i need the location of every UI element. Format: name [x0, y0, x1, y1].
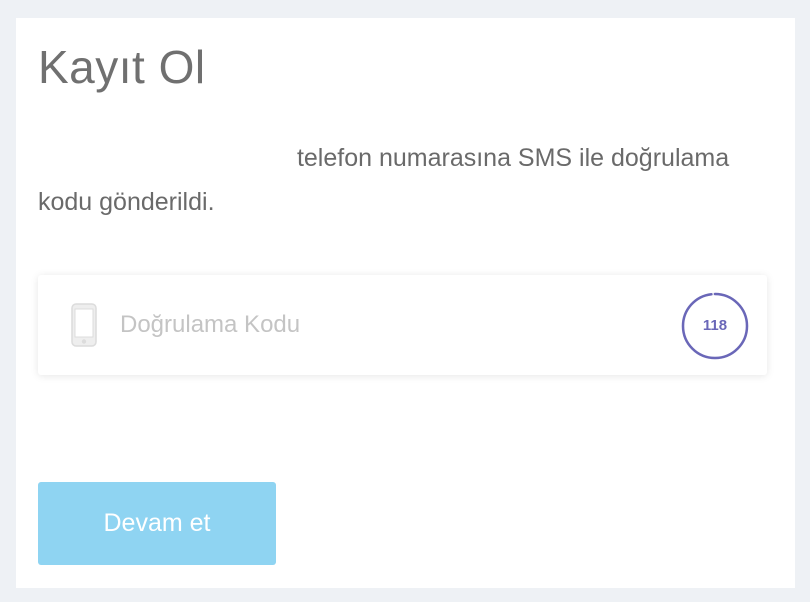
- countdown-seconds: 118: [702, 317, 728, 334]
- continue-button[interactable]: Devam et: [38, 482, 276, 565]
- registration-card: Kayıt Ol telefon numarasına SMS ile doğr…: [16, 18, 795, 588]
- verification-code-field[interactable]: 118: [38, 275, 767, 375]
- page-title: Kayıt Ol: [38, 41, 206, 93]
- mobile-phone-icon: [71, 303, 97, 347]
- masked-phone-number: [38, 147, 290, 172]
- countdown-timer: 118: [680, 291, 750, 361]
- sms-info-text: telefon numarasına SMS ile doğrulama kod…: [38, 136, 738, 224]
- verification-code-input[interactable]: [120, 303, 620, 347]
